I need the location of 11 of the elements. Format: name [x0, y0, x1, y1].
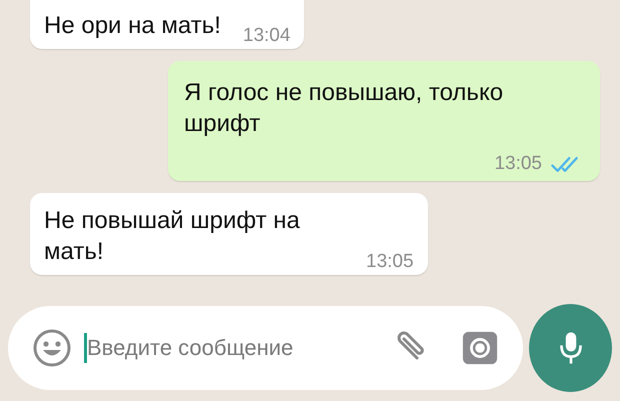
- message-text: Не повышай шрифт на мать!: [44, 206, 301, 267]
- message-text: Я голос не повышаю, только шрифт: [184, 78, 504, 139]
- message-input[interactable]: Введите сообщение: [84, 333, 375, 363]
- emoji-icon[interactable]: [32, 328, 72, 368]
- message-text: Не ори на мать!: [44, 11, 221, 41]
- microphone-icon: [558, 330, 584, 366]
- message-time: 13:04: [242, 25, 290, 47]
- message-input-bar[interactable]: Введите сообщение: [8, 306, 523, 390]
- camera-icon[interactable]: [461, 329, 499, 367]
- message-time: 13:05: [494, 153, 542, 175]
- message-time: 13:05: [366, 251, 414, 273]
